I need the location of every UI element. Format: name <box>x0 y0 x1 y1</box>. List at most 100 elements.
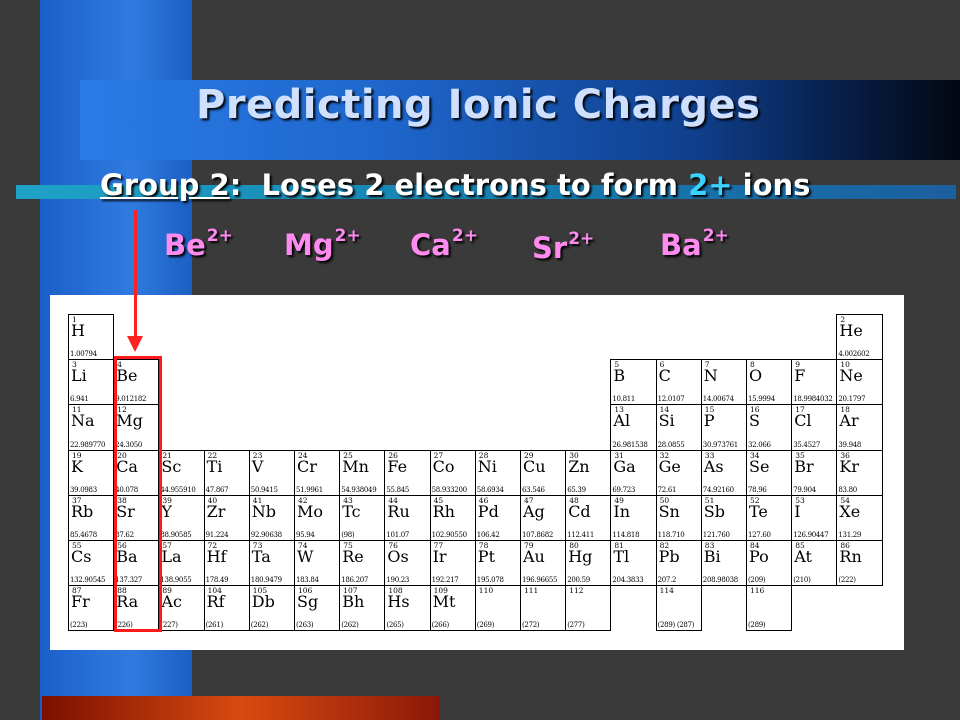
element-cell: 106 Sg (263) <box>294 585 341 632</box>
element-cell: 73 Ta 180.9479 <box>248 540 295 587</box>
group-colon-text: : Loses 2 electrons to form <box>229 168 689 202</box>
element-symbol: H <box>71 321 85 340</box>
element-symbol: Zr <box>206 501 226 521</box>
element-cell: 79 Au 196.96655 <box>520 540 567 587</box>
atomic-mass: 22.989770 <box>70 440 106 449</box>
element-symbol: I <box>794 501 801 521</box>
atomic-mass: 39.948 <box>838 440 862 449</box>
element-symbol: Fe <box>387 456 408 476</box>
element-cell: 30 Zn 65.39 <box>565 449 612 496</box>
element-cell: 25 Mn 54.938049 <box>339 449 386 496</box>
atomic-mass: 118.710 <box>657 530 685 539</box>
element-cell: 41 Nb 92.90638 <box>248 494 295 541</box>
element-cell: 48 Cd 112.411 <box>565 494 612 541</box>
element-cell: 36 Kr 83.80 <box>836 449 883 496</box>
ion-be: Be2+ <box>164 226 233 262</box>
element-symbol: Db <box>251 592 275 612</box>
element-symbol: K <box>71 456 83 476</box>
atomic-mass: (269) <box>476 621 495 630</box>
atomic-mass: 121.760 <box>702 530 730 539</box>
element-cell: 39 Y 88.90585 <box>158 494 205 541</box>
atomic-mass: 85.4678 <box>70 530 97 539</box>
element-symbol: N <box>703 366 718 386</box>
element-cell: 109 Mt (266) <box>429 585 476 632</box>
atomic-mass: 204.3833 <box>612 576 644 585</box>
element-symbol: Kr <box>839 456 859 476</box>
element-symbol: Hs <box>387 592 410 612</box>
atomic-mass: 65.39 <box>567 485 586 494</box>
atomic-mass: 91.224 <box>205 530 229 539</box>
element-symbol: La <box>161 547 182 566</box>
element-symbol: S <box>749 411 760 431</box>
atomic-mass: (98) <box>341 530 355 539</box>
element-symbol: Zn <box>568 456 590 476</box>
group-2-highlight-box <box>114 356 162 632</box>
atomic-mass: (272) <box>522 621 540 630</box>
element-cell: 11 Na 22.989770 <box>68 404 115 451</box>
element-symbol: F <box>794 366 806 386</box>
element-symbol: Br <box>794 456 814 476</box>
element-cell: 112 (277) <box>565 585 612 632</box>
atomic-mass: (209) <box>748 576 766 585</box>
element-cell: 19 K 39.0983 <box>68 449 115 496</box>
element-cell: 13 Al 26.981538 <box>610 404 657 451</box>
atomic-number: 114 <box>659 586 674 596</box>
element-symbol: Te <box>749 501 768 521</box>
element-cell: 50 Sn 118.710 <box>655 494 702 541</box>
element-cell: 114 (289) (287) <box>655 585 702 632</box>
element-symbol: Cl <box>794 411 812 431</box>
element-symbol: Se <box>749 456 770 476</box>
atomic-mass: 72.61 <box>657 485 677 494</box>
element-symbol: As <box>703 456 724 476</box>
atomic-mass: (289) <box>748 621 766 630</box>
element-cell: 110 (269) <box>474 585 521 632</box>
atomic-mass: 4.002602 <box>838 350 870 359</box>
atomic-mass: 208.98038 <box>702 576 738 585</box>
element-cell: 51 Sb 121.760 <box>700 494 747 541</box>
atomic-mass: 10.811 <box>612 395 636 404</box>
element-symbol: Ti <box>206 456 223 476</box>
element-cell: 83 Bi 208.98038 <box>700 540 747 587</box>
element-symbol: Ru <box>387 501 410 521</box>
atomic-mass: 196.96655 <box>522 576 558 585</box>
ion-sr: Sr2+ <box>532 229 595 265</box>
element-symbol: Tc <box>342 501 361 521</box>
atomic-mass: 44.955910 <box>160 485 196 494</box>
atomic-mass: (210) <box>793 576 811 585</box>
element-cell: 46 Pd 106.42 <box>474 494 521 541</box>
element-cell: 31 Ga 69.723 <box>610 449 657 496</box>
atomic-mass: 207.2 <box>657 576 677 585</box>
element-cell: 78 Pt 195.078 <box>474 540 521 587</box>
atomic-mass: 58.6934 <box>476 485 504 494</box>
element-symbol: Ta <box>251 547 271 566</box>
element-cell: 55 Cs 132.90545 <box>68 540 115 587</box>
atomic-mass: 50.9415 <box>250 485 278 494</box>
element-symbol: Cd <box>568 501 591 521</box>
atomic-mass: 79.904 <box>793 485 816 494</box>
atomic-mass: 83.80 <box>838 485 857 494</box>
element-symbol: Ir <box>432 547 447 566</box>
element-cell: 2 He 4.002602 <box>836 314 883 361</box>
element-cell: 28 Ni 58.6934 <box>474 449 521 496</box>
element-symbol: Os <box>387 547 409 566</box>
element-cell: 76 Os 190.23 <box>384 540 431 587</box>
element-symbol: Sb <box>703 501 725 521</box>
atomic-mass: 51.9961 <box>296 485 323 494</box>
element-cell: 37 Rb 85.4678 <box>68 494 115 541</box>
element-cell: 10 Ne 20.1797 <box>836 359 883 406</box>
element-cell: 5 B 10.811 <box>610 359 657 406</box>
atomic-mass: 183.84 <box>296 576 319 585</box>
group-tail-text: ions <box>732 168 811 202</box>
element-symbol: Au <box>523 547 545 566</box>
element-cell: 77 Ir 192.217 <box>429 540 476 587</box>
atomic-mass: (227) <box>160 621 178 630</box>
element-cell: 74 W 183.84 <box>294 540 341 587</box>
element-symbol: Pt <box>477 547 495 566</box>
atomic-mass: 30.973761 <box>702 440 738 449</box>
atomic-mass: 18.9984032 <box>793 395 833 404</box>
element-symbol: Ac <box>161 592 182 612</box>
element-cell: 85 At (210) <box>791 540 838 587</box>
atomic-mass: 127.60 <box>748 530 771 539</box>
atomic-mass: 186.207 <box>341 576 369 585</box>
element-cell: 81 Tl 204.3833 <box>610 540 657 587</box>
